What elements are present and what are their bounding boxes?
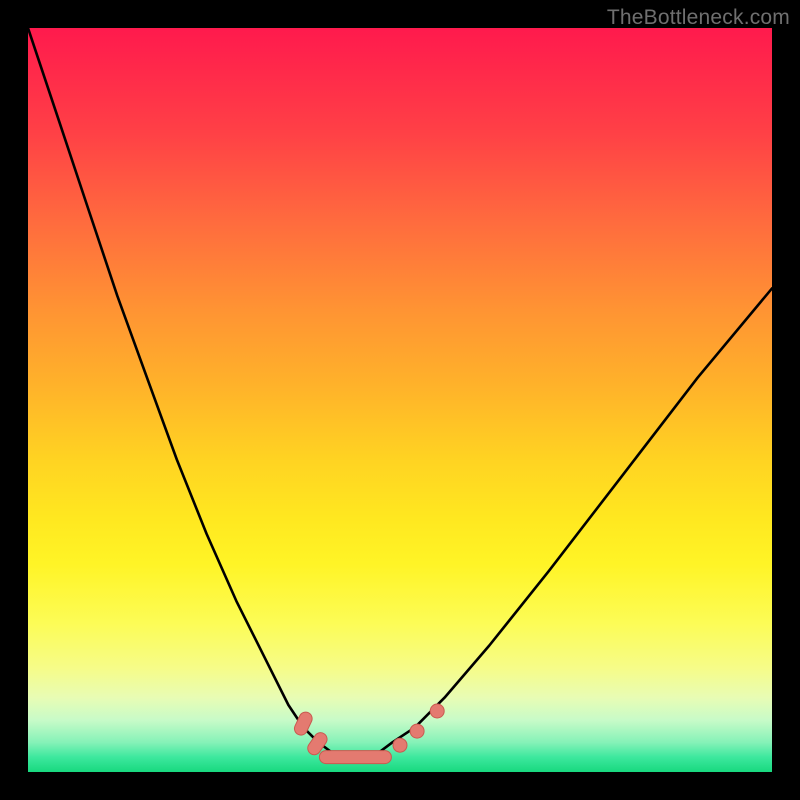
marker-dot	[410, 724, 424, 738]
marker-dot	[393, 738, 407, 752]
highlight-markers	[292, 704, 444, 764]
marker-dot	[430, 704, 444, 718]
marker-capsule	[319, 751, 391, 764]
bottleneck-curve-path	[28, 28, 772, 757]
watermark-text: TheBottleneck.com	[607, 6, 790, 30]
bottleneck-curve	[28, 28, 772, 757]
curve-layer	[28, 28, 772, 772]
chart-frame: TheBottleneck.com	[0, 0, 800, 800]
plot-area	[28, 28, 772, 772]
